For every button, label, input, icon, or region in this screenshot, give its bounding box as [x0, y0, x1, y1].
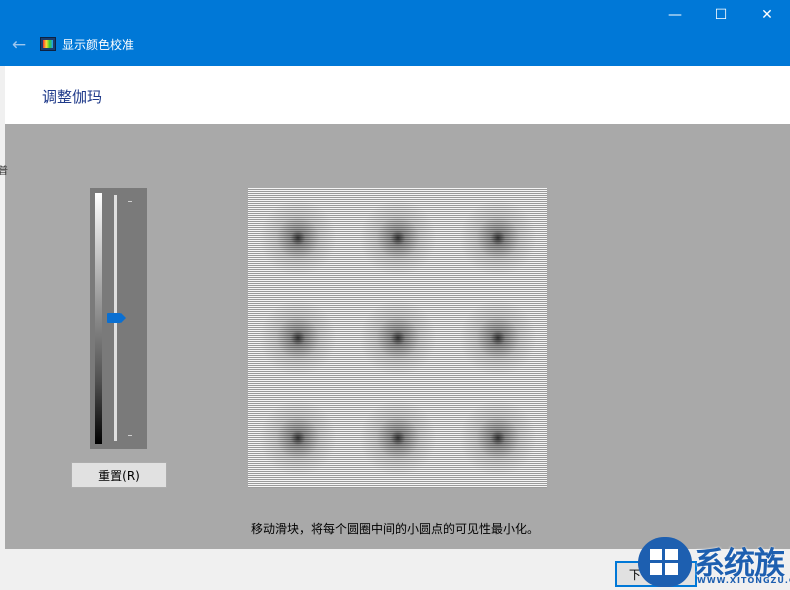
background-text: 普 [0, 166, 8, 177]
gamma-slider-panel [90, 188, 147, 449]
close-button[interactable]: ✕ [744, 0, 790, 30]
watermark-logo-icon [638, 537, 692, 587]
minimize-button[interactable]: — [652, 0, 698, 30]
gamma-circle [254, 194, 342, 282]
header-panel: 调整伽玛 [5, 66, 790, 124]
gamma-circle [354, 294, 442, 382]
display-color-calibration-icon [40, 37, 56, 51]
instruction-text: 移动滑块，将每个圆圈中间的小圆点的可见性最小化。 [250, 522, 539, 536]
gamma-circle [254, 394, 342, 482]
maximize-icon: ☐ [714, 7, 728, 23]
gamma-circle [454, 294, 542, 382]
gamma-gradient-strip [95, 193, 102, 444]
gamma-circle [254, 294, 342, 382]
gamma-test-pattern [248, 188, 547, 488]
window-title: 显示颜色校准 [62, 38, 135, 52]
gamma-slider-thumb[interactable] [107, 313, 126, 323]
arrow-left-icon: ← [11, 35, 27, 55]
gamma-circle [454, 394, 542, 482]
background-window-edge: 普 [0, 66, 8, 590]
page-title: 调整伽玛 [42, 88, 103, 106]
gamma-circle [354, 194, 442, 282]
minimize-icon: — [668, 7, 682, 23]
close-icon: ✕ [761, 7, 773, 23]
back-button[interactable]: ← [8, 34, 30, 56]
gamma-circle [354, 394, 442, 482]
maximize-button[interactable]: ☐ [698, 0, 744, 30]
title-bar: — ☐ ✕ ← 显示颜色校准 [0, 0, 790, 66]
reset-button[interactable]: 重置(R) [71, 462, 167, 488]
slider-tick-top [128, 201, 132, 202]
watermark-url: WWW.XITONGZU.COM [697, 576, 790, 585]
gamma-circle [454, 194, 542, 282]
slider-tick-bottom [128, 435, 132, 436]
